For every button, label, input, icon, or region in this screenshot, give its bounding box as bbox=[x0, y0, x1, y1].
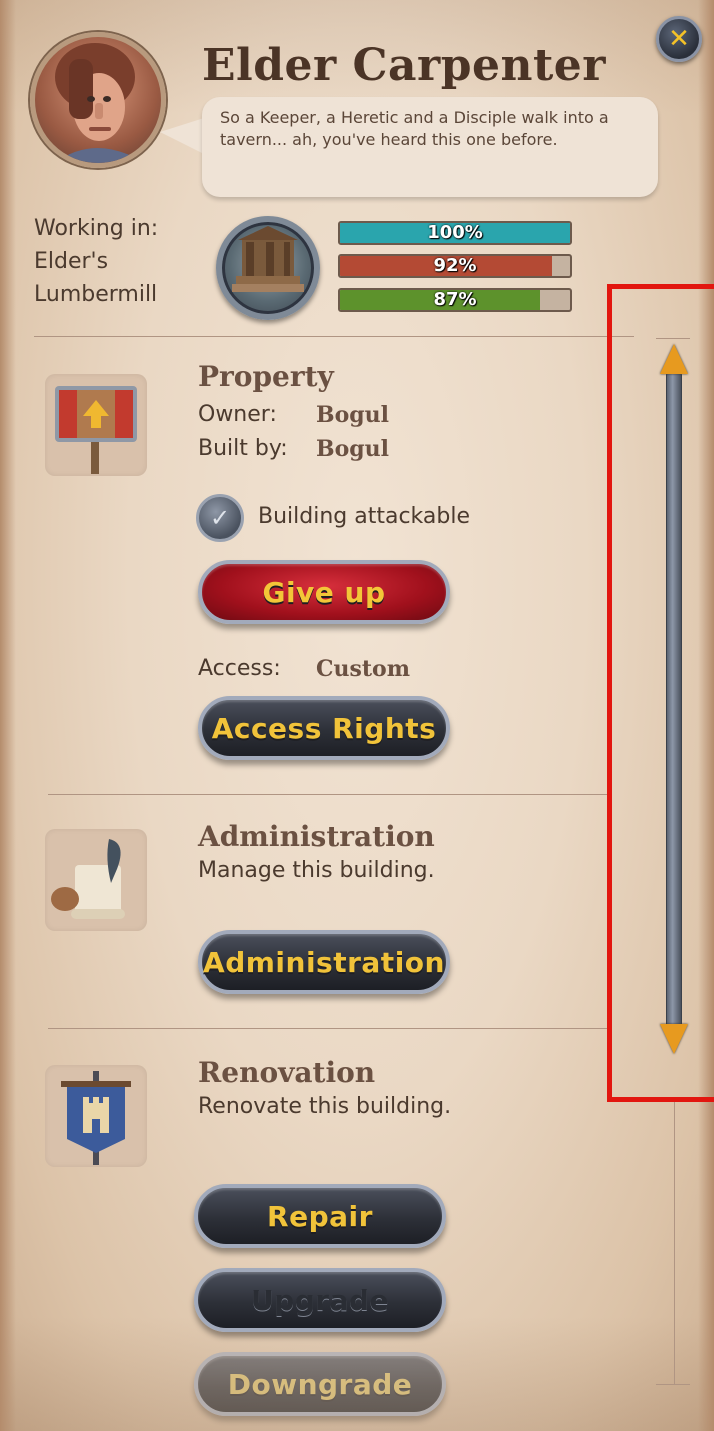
castle-banner-icon bbox=[61, 1071, 131, 1165]
working-info: Working in: Elder's Lumbermill bbox=[34, 212, 204, 311]
renovation-section-icon bbox=[45, 1065, 147, 1167]
close-button[interactable]: ✕ bbox=[656, 16, 702, 62]
lumbermill-picture-icon bbox=[232, 226, 304, 292]
property-sign-icon bbox=[55, 386, 137, 474]
access-rights-button[interactable]: Access Rights bbox=[198, 696, 450, 760]
access-value: Custom bbox=[316, 656, 411, 682]
give-up-button[interactable]: Give up bbox=[198, 560, 450, 624]
npc-face-icon bbox=[55, 43, 145, 163]
panel-frame-corner bbox=[656, 1384, 690, 1385]
scroll-quill-icon bbox=[51, 839, 125, 919]
stat-bar-2: 92% bbox=[338, 254, 572, 278]
builtby-value: Bogul bbox=[316, 436, 390, 462]
owner-value: Bogul bbox=[316, 402, 390, 428]
checkmark-icon: ✓ bbox=[209, 504, 231, 532]
renovation-title: Renovation bbox=[198, 1056, 376, 1089]
property-section-icon bbox=[45, 374, 147, 476]
npc-portrait bbox=[30, 32, 166, 168]
administration-button[interactable]: Administration bbox=[198, 930, 450, 994]
builtby-label: Built by: bbox=[198, 436, 288, 461]
divider-top bbox=[34, 336, 634, 337]
repair-button[interactable]: Repair bbox=[194, 1184, 446, 1248]
lumbermill-icon[interactable] bbox=[216, 216, 320, 320]
speech-tail bbox=[160, 118, 204, 154]
downgrade-button[interactable]: Downgrade bbox=[194, 1352, 446, 1416]
working-place-line2: Lumbermill bbox=[34, 282, 158, 307]
attackable-checkbox[interactable]: ✓ bbox=[196, 494, 244, 542]
property-title: Property bbox=[198, 360, 334, 393]
administration-section-icon bbox=[45, 829, 147, 931]
divider-administration bbox=[48, 1028, 608, 1029]
stat-bar-3: 87% bbox=[338, 288, 572, 312]
stat-bar-1: 100% bbox=[338, 221, 572, 245]
scrollbar-highlight-frame bbox=[607, 284, 714, 1102]
working-place-line1: Elder's bbox=[34, 249, 109, 274]
panel-frame-line bbox=[674, 1102, 675, 1384]
administration-title: Administration bbox=[198, 820, 435, 853]
renovation-description: Renovate this building. bbox=[198, 1094, 452, 1119]
upgrade-button[interactable]: Upgrade bbox=[194, 1268, 446, 1332]
working-label: Working in: bbox=[34, 216, 159, 241]
administration-description: Manage this building. bbox=[198, 858, 435, 883]
close-x-icon: ✕ bbox=[668, 24, 690, 54]
speech-bubble: So a Keeper, a Heretic and a Disciple wa… bbox=[202, 97, 658, 197]
stat-bar-2-label: 92% bbox=[433, 255, 477, 276]
divider-property bbox=[48, 794, 608, 795]
access-label: Access: bbox=[198, 656, 281, 681]
stat-bar-1-label: 100% bbox=[427, 222, 483, 243]
owner-label: Owner: bbox=[198, 402, 277, 427]
attackable-label: Building attackable bbox=[258, 504, 470, 529]
stat-bar-3-label: 87% bbox=[433, 289, 477, 310]
panel-edge-left bbox=[0, 0, 16, 1431]
npc-title: Elder Carpenter bbox=[202, 40, 606, 91]
